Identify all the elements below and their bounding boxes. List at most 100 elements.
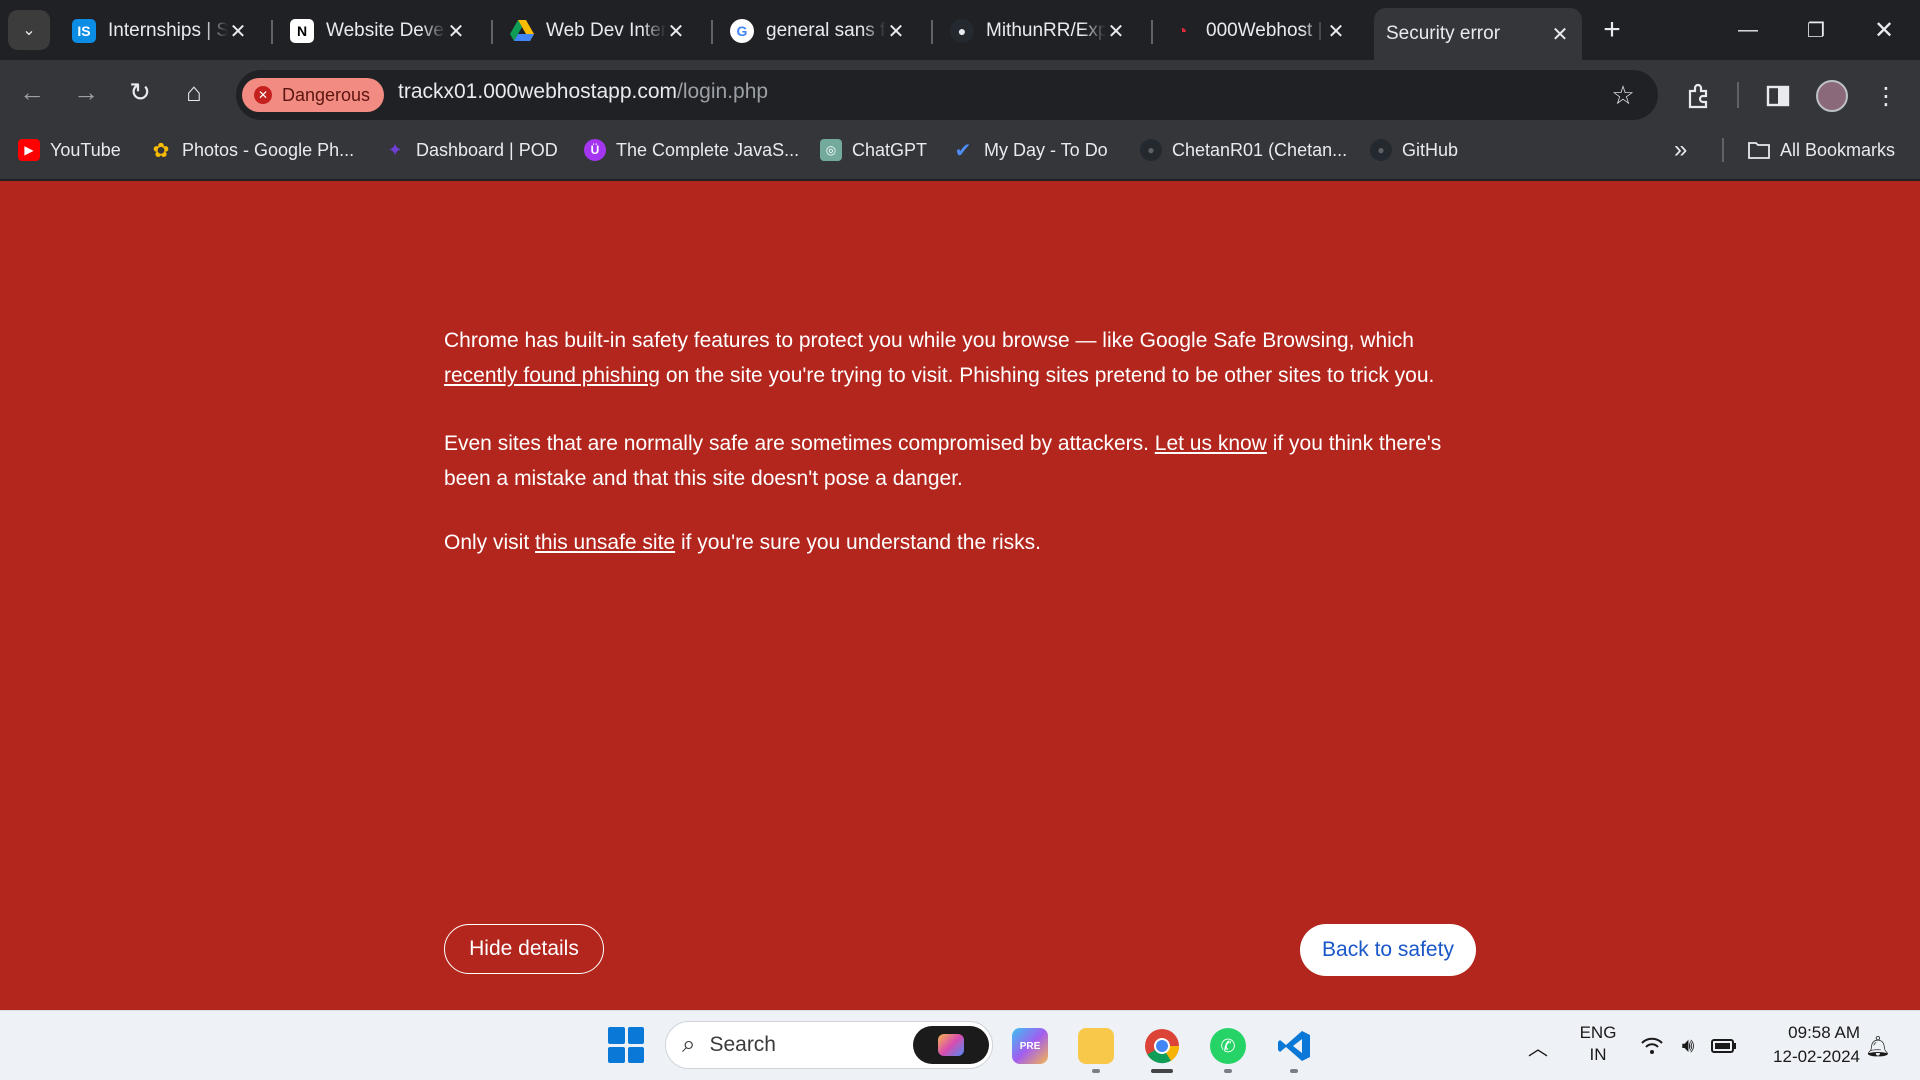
url-text[interactable]: trackx01.000webhostapp.com/login.php [398, 80, 768, 104]
url-path: /login.php [677, 80, 769, 103]
all-bookmarks-button[interactable]: All Bookmarks [1748, 136, 1895, 164]
tab-title: Security error [1386, 23, 1501, 44]
tab-website-devel[interactable]: N Website Devel ✕ [278, 10, 478, 52]
tab-divider [271, 20, 273, 44]
close-icon[interactable]: ✕ [1548, 22, 1572, 46]
bookmark-chetanr01[interactable]: ● ChetanR01 (Chetan... [1140, 136, 1347, 164]
youtube-icon: ▶ [18, 139, 40, 161]
danger-icon: ✕ [254, 86, 272, 104]
github-icon: ● [1140, 139, 1162, 161]
folder-icon [1078, 1028, 1114, 1064]
menu-kebab-icon[interactable]: ⋮ [1868, 78, 1904, 114]
internshala-icon: IS [72, 19, 96, 43]
tab-search-button[interactable]: ⌄ [8, 10, 50, 50]
forward-button[interactable]: → [68, 74, 104, 110]
taskbar-whatsapp[interactable]: ✆ [1204, 1022, 1252, 1070]
tab-internships[interactable]: IS Internships | S ✕ [60, 10, 260, 52]
let-us-know-link[interactable]: Let us know [1155, 432, 1267, 455]
bookmark-dashboard-pod[interactable]: ✦ Dashboard | POD [384, 136, 557, 164]
taskbar-chrome[interactable] [1138, 1022, 1186, 1070]
bookmark-star-icon[interactable]: ☆ [1606, 78, 1640, 112]
taskbar-file-explorer[interactable] [1072, 1022, 1120, 1070]
more-bookmarks-icon[interactable]: » [1674, 136, 1687, 164]
minimize-button[interactable]: — [1714, 0, 1782, 60]
taskbar-vscode[interactable] [1270, 1022, 1318, 1070]
google-photos-icon: ✿ [152, 139, 170, 162]
recently-found-phishing-link[interactable]: recently found phishing [444, 364, 660, 387]
search-icon: ⌕ [682, 1031, 696, 1058]
extensions-icon[interactable] [1680, 78, 1716, 114]
close-icon[interactable]: ✕ [884, 19, 908, 43]
tab-title: 000Webhost | [1206, 20, 1323, 41]
copilot-pre-icon: PRE [1012, 1028, 1048, 1064]
close-icon[interactable]: ✕ [1104, 19, 1128, 43]
tab-web-dev-inter[interactable]: Web Dev Inter ✕ [498, 10, 698, 52]
side-panel-icon[interactable] [1760, 78, 1796, 114]
language-indicator[interactable]: ENG IN [1574, 1022, 1622, 1066]
phishing-explanation: Chrome has built-in safety features to p… [444, 329, 1435, 387]
hide-details-button[interactable]: Hide details [444, 924, 604, 974]
back-to-safety-button[interactable]: Back to safety [1300, 924, 1476, 976]
tab-security-error[interactable]: Security error ✕ [1374, 8, 1582, 60]
tab-mithunrr[interactable]: ● MithunRR/Exp ✕ [938, 10, 1138, 52]
security-chip-label: Dangerous [282, 84, 371, 105]
tab-title: MithunRR/Exp [986, 20, 1106, 41]
tab-general-sans[interactable]: G general sans f ✕ [718, 10, 918, 52]
bookmark-javascript-course[interactable]: Ü The Complete JavaS... [584, 136, 799, 164]
tab-title: general sans f [766, 20, 886, 41]
wifi-icon[interactable] [1638, 1032, 1666, 1060]
tab-divider [711, 20, 713, 44]
udemy-icon: Ü [584, 139, 606, 161]
github-icon: ● [1370, 139, 1392, 161]
volume-icon[interactable]: 🔊︎ [1674, 1032, 1702, 1060]
profile-avatar[interactable] [1816, 80, 1848, 112]
back-button[interactable]: ← [14, 74, 50, 110]
close-icon[interactable]: ✕ [444, 19, 468, 43]
security-chip[interactable]: ✕ Dangerous [242, 78, 384, 112]
bookmark-youtube[interactable]: ▶ YouTube [18, 136, 121, 164]
tab-title: Internships | S [108, 20, 228, 41]
bookmark-photos[interactable]: ✿ Photos - Google Ph... [150, 136, 355, 164]
compromised-explanation: Even sites that are normally safe are so… [444, 432, 1442, 490]
interstitial-page [0, 181, 1920, 1010]
tab-000webhost[interactable]: ◔ 000Webhost | ✕ [1158, 10, 1358, 52]
google-icon: G [730, 19, 754, 43]
running-indicator [1290, 1069, 1298, 1073]
000webhost-icon: ◔ [1176, 20, 1188, 41]
bookmarks-divider [1722, 138, 1724, 162]
tab-divider [491, 20, 493, 44]
close-icon[interactable]: ✕ [664, 19, 688, 43]
bookmark-github[interactable]: ● GitHub [1370, 136, 1458, 164]
taskbar-copilot-pre[interactable]: PRE [1006, 1022, 1054, 1070]
new-tab-button[interactable]: + [1596, 13, 1628, 46]
bookmark-my-day[interactable]: ✔ My Day - To Do [952, 136, 1108, 164]
close-window-button[interactable]: ✕ [1850, 0, 1918, 60]
active-app-indicator [1151, 1069, 1173, 1073]
tab-title: Website Devel [326, 20, 446, 41]
copilot-icon[interactable] [913, 1026, 989, 1064]
running-indicator [1224, 1069, 1232, 1073]
notification-bell-icon[interactable]: 🔔︎ [1864, 1032, 1892, 1060]
notion-icon: N [290, 19, 314, 43]
close-icon[interactable]: ✕ [1324, 19, 1348, 43]
reload-button[interactable]: ↻ [122, 74, 158, 110]
bookmark-chatgpt[interactable]: ◎ ChatGPT [820, 136, 927, 164]
whatsapp-icon: ✆ [1210, 1028, 1246, 1064]
close-icon[interactable]: ✕ [226, 19, 250, 43]
tab-title: Web Dev Inter [546, 20, 666, 41]
tab-divider [931, 20, 933, 44]
clock[interactable]: 09:58 AM 12-02-2024 [1758, 1021, 1860, 1069]
google-drive-icon [510, 19, 534, 43]
show-hidden-icons-chevron-up-icon[interactable]: ︿ [1524, 1032, 1552, 1060]
toolbar-divider [1737, 82, 1739, 108]
unsafe-site-notice: Only visit this unsafe site if you're su… [444, 531, 1041, 554]
visit-unsafe-site-link[interactable]: this unsafe site [535, 531, 675, 554]
home-button[interactable]: ⌂ [176, 74, 212, 110]
todo-check-icon: ✔ [954, 139, 972, 162]
folder-icon [1748, 139, 1770, 161]
restore-button[interactable]: ❐ [1782, 0, 1850, 60]
windows-start-icon[interactable] [608, 1027, 644, 1063]
chatgpt-icon: ◎ [820, 139, 842, 161]
pod-icon: ✦ [387, 139, 403, 160]
battery-icon[interactable] [1710, 1032, 1738, 1060]
